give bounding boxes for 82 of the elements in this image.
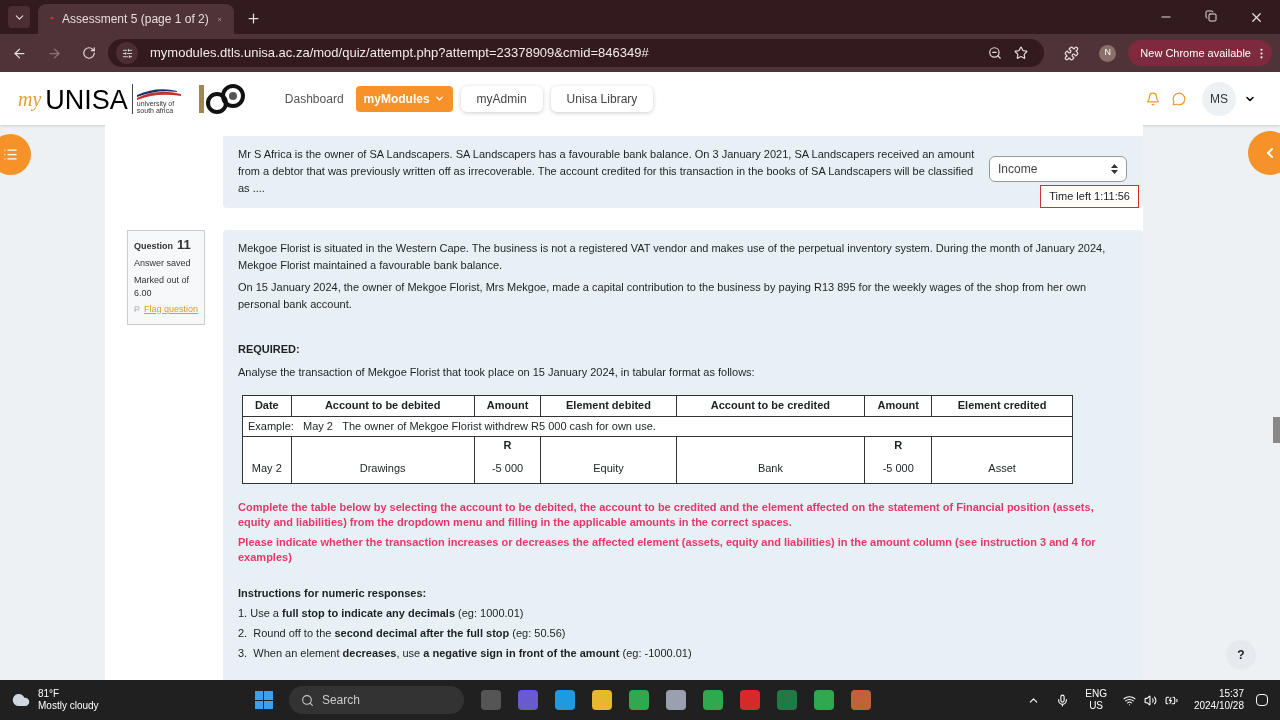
table-cell: Asset (931, 436, 1073, 483)
instructions-heading: Instructions for numeric responses: (238, 585, 428, 601)
close-icon[interactable] (1249, 10, 1264, 25)
instruction-item: 2. Round off to the second decimal after the full stop (eg: 50.56) (238, 625, 567, 641)
wifi-icon[interactable] (1122, 693, 1136, 707)
instruction-item: 1. Use a full stop to indicate any decimals (eg: 1000.01) (238, 605, 525, 621)
table-cell: Equity (540, 436, 676, 483)
question-status: Answer saved (134, 257, 192, 270)
taskbar-search[interactable]: Search (288, 686, 464, 714)
back-icon[interactable] (12, 45, 27, 61)
app-icon[interactable] (554, 690, 575, 710)
search-icon (300, 693, 314, 707)
question-text: Mr S Africa is the owner of SA Landscapers. SA Landscapers has a favourable bank balance. On 3 January 2021, SA Landscapers received an amount from a debtor that was previously written off as irrecoverable. The account credited for this transaction in the books of SA Landscapers will be classified as .... (238, 147, 976, 196)
site-logo: my UNISA (18, 83, 128, 114)
region: US (1089, 700, 1104, 712)
column-header: Element credited (931, 395, 1073, 416)
instruction-note: Please indicate whether the transaction increases or decreases the affected element (assets, equity and liabilities) in the amount column (see instruction 3 and 4 for examples) (238, 534, 1097, 565)
update-button[interactable]: New Chrome available (1128, 40, 1272, 66)
table-cell: Bank (676, 436, 865, 483)
url-text: mymodules.dtls.unisa.ac.za/mod/quiz/attempt.php?attempt=23378909&cmid=846349# (150, 44, 650, 63)
volume-icon[interactable] (1143, 693, 1157, 707)
example-cell: Example: May 2 The owner of Mekgoe Florist withdrew R5 000 cash for own use. (242, 416, 1073, 436)
extensions-icon[interactable] (1064, 45, 1080, 61)
instruction-item: 3. When an element decreases, use a negative sign in front of the amount (eg: -1000.01) (238, 645, 693, 661)
clock-date: 2024/10/28 (1193, 700, 1244, 712)
paragraph: Mekgoe Florist is situated in the Western Cape. The business is not a registered VAT vendor and makes use of the perpetual inventory system. During the month of January 2024, Mekgoe Florist maintained a favourable bank balance. (238, 240, 1107, 273)
nav-link[interactable]: Dashboard (280, 85, 348, 112)
table-cell: R -5 000 (474, 436, 541, 483)
question-label: Question (134, 239, 173, 253)
select-arrows-icon (1111, 164, 1118, 174)
column-header: Element debited (540, 395, 676, 416)
question-number: 11 (177, 235, 191, 254)
user-avatar[interactable]: MS (1202, 81, 1236, 116)
required-heading: REQUIRED: (238, 341, 301, 357)
app-icon[interactable] (591, 690, 612, 710)
column-header: Date (242, 395, 292, 416)
column-header: Account to be debited (291, 395, 475, 416)
profile-avatar[interactable]: N (1099, 44, 1117, 62)
app-icon[interactable] (850, 690, 871, 710)
list-icon (3, 147, 18, 162)
clock-time: 15:37 (1218, 688, 1244, 700)
column-header: Account to be credited (676, 395, 865, 416)
scrollbar-thumb (1273, 417, 1280, 443)
caret-icon (433, 93, 445, 104)
question-marks: Marked out of 6.00 (134, 273, 191, 300)
restore-icon[interactable] (1205, 10, 1217, 22)
app-icon[interactable] (813, 690, 834, 710)
nav-button[interactable]: Unisa Library (550, 85, 654, 112)
nav-button[interactable]: myAdmin (460, 85, 543, 112)
instruction-note: Complete the table below by selecting the account to be debited, the account to be credited and the element affected on the statement of Financial position (assets, equity and liabilities) from the dropdown menu and filling in the applicable amounts in the correct spaces. (238, 499, 1095, 530)
weather-icon (12, 691, 30, 709)
browser-tab[interactable]: Assessment 5 (page 1 of 2) (38, 4, 234, 34)
address-bar[interactable]: mymodules.dtls.unisa.ac.za/mod/quiz/attempt.php?attempt=23378909&cmid=846349# (108, 39, 1045, 67)
column-header: Amount (864, 395, 932, 416)
drawer-toggle-button[interactable] (0, 134, 31, 175)
paragraph: On 15 January 2024, the owner of Mekgoe Florist, Mrs Mekgoe, made a capital contribution to the business by paying R13 895 for the weekly wages of the shop from her own personal bank account. (238, 279, 1088, 312)
flag-icon (134, 305, 140, 314)
language: ENG (1085, 688, 1107, 700)
answer-select[interactable]: Income (989, 156, 1127, 182)
column-header: Amount (474, 395, 541, 416)
table-cell: May 2 (242, 436, 292, 483)
task-text: Analyse the transaction of Mekgoe Florist that took place on 15 January 2024, in tabular format as follows: (238, 364, 756, 380)
timer: Time left 1:11:56 (1040, 185, 1139, 208)
app-icon[interactable] (702, 690, 723, 710)
weather-text: Mostly cloudy (38, 700, 99, 712)
table-cell: Drawings (291, 436, 475, 483)
tab-title: Assessment 5 (page 1 of 2) (62, 11, 209, 28)
table-cell: R -5 000 (864, 436, 932, 483)
app-icon[interactable] (665, 690, 686, 710)
crest-icon (136, 87, 181, 100)
help-button[interactable]: ? (1226, 640, 1256, 670)
temperature: 81°F (38, 688, 61, 700)
tab-list-icon[interactable] (8, 6, 30, 28)
site-info-icon[interactable] (116, 42, 138, 64)
new-tab-icon[interactable] (246, 11, 261, 26)
app-icon[interactable] (628, 690, 649, 710)
zoom-icon[interactable] (988, 46, 1003, 60)
notification-center-icon[interactable] (1256, 694, 1268, 706)
start-icon[interactable] (254, 691, 273, 709)
microphone-icon[interactable] (1056, 693, 1070, 707)
reload-icon[interactable] (82, 46, 96, 60)
bookmark-icon[interactable] (1014, 46, 1029, 60)
